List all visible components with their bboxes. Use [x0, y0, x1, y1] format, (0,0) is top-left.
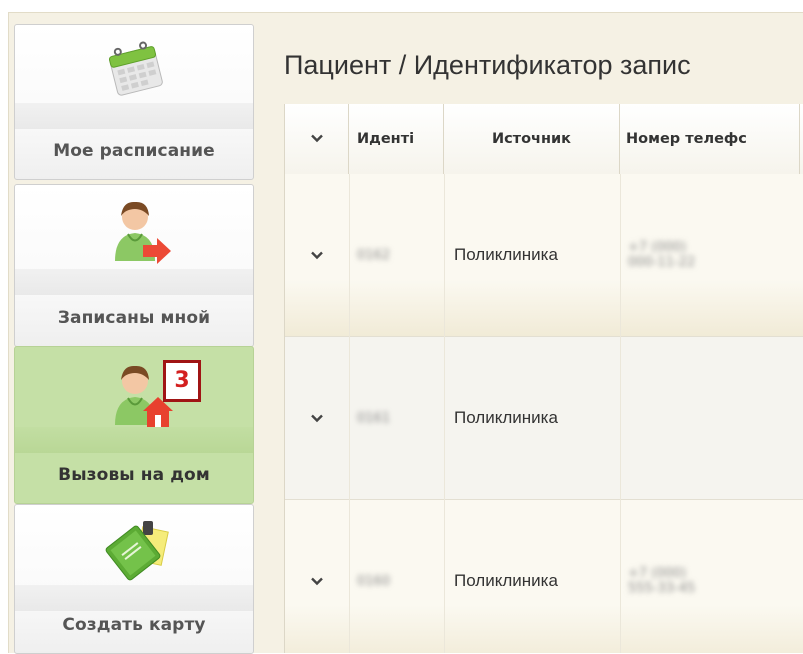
calendar-icon — [103, 39, 169, 103]
home-visits-table: Иденті Источник Номер телефс 0162 Поликл… — [284, 104, 803, 653]
sidebar-item-label: Мое расписание — [53, 141, 215, 161]
column-header-source[interactable]: Источник — [444, 104, 620, 174]
row-expand-toggle[interactable] — [285, 174, 349, 336]
column-divider — [444, 174, 445, 653]
sidebar-item-label: Вызовы на дом — [58, 465, 210, 485]
table-header: Иденті Источник Номер телефс — [285, 104, 803, 175]
column-divider — [620, 174, 621, 653]
sidebar-item-booked-by-me[interactable]: Записаны мной — [14, 184, 254, 347]
doctor-arrow-icon — [111, 195, 173, 269]
chevron-down-icon — [311, 577, 323, 586]
row-source-value: Поликлиника — [454, 408, 558, 427]
row-expand-toggle[interactable] — [285, 500, 349, 653]
row-source-cell: Поликлиника — [444, 500, 620, 653]
notification-count-badge: 3 — [163, 360, 201, 402]
sidebar-item-create-card[interactable]: Создать карту — [14, 504, 254, 654]
row-id-value: 0162 — [357, 247, 391, 263]
column-divider — [349, 174, 350, 653]
table-row[interactable]: 0160 Поликлиника +7 (000) 555-33-45 — [285, 500, 803, 653]
row-id-cell: 0160 — [349, 500, 444, 653]
chevron-down-icon — [310, 104, 323, 174]
sidebar-item-label: Создать карту — [62, 615, 206, 635]
row-expand-toggle[interactable] — [285, 337, 349, 499]
chevron-down-icon — [311, 251, 323, 260]
row-id-value: 0161 — [357, 410, 391, 426]
expand-all-header[interactable] — [285, 104, 349, 174]
sidebar-item-label: Записаны мной — [57, 308, 211, 328]
sidebar-item-my-schedule[interactable]: Мое расписание — [14, 24, 254, 180]
column-header-phone[interactable]: Номер телефс — [620, 104, 800, 174]
page-title: Пациент / Идентификатор запис — [284, 50, 691, 80]
column-header-id[interactable]: Иденті — [349, 104, 444, 174]
row-phone-cell: +7 (000) 000-11-22 — [620, 174, 710, 336]
chevron-down-icon — [311, 414, 323, 423]
row-phone-value: +7 (000) 555-33-45 — [628, 566, 696, 596]
row-source-value: Поликлиника — [454, 571, 558, 590]
table-row[interactable]: 0161 Поликлиника — [285, 337, 803, 500]
row-phone-value: +7 (000) 000-11-22 — [628, 240, 696, 270]
row-id-value: 0160 — [357, 573, 391, 589]
row-phone-cell: +7 (000) 555-33-45 — [620, 500, 710, 653]
sidebar-item-home-visits[interactable]: 3 Вызовы на дом — [14, 346, 254, 504]
row-id-cell: 0161 — [349, 337, 444, 499]
row-id-cell: 0162 — [349, 174, 444, 336]
row-source-cell: Поликлиника — [444, 337, 620, 499]
row-source-cell: Поликлиника — [444, 174, 620, 336]
medical-card-icon — [105, 517, 171, 587]
table-row[interactable]: 0162 Поликлиника +7 (000) 000-11-22 — [285, 174, 803, 337]
row-phone-cell — [620, 337, 710, 499]
row-source-value: Поликлиника — [454, 245, 558, 264]
